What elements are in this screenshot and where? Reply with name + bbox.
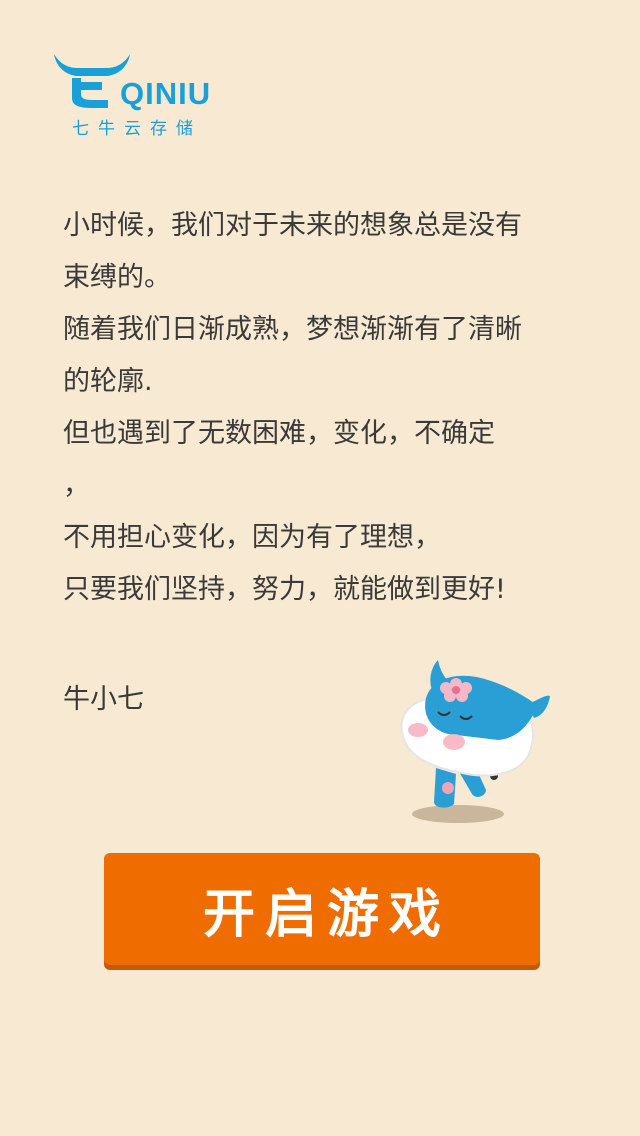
qiniu-logo: QINIU 七牛云存储 [50,48,250,139]
start-game-button-label: 开启游戏 [202,884,451,945]
message-line: 随着我们日渐成熟，梦想渐渐有了清晰 [63,314,522,345]
message-line: 但也遇到了无数困难，变化，不确定 [63,418,495,449]
message-line: 的轮廓. [63,366,153,397]
start-game-button[interactable]: 开启游戏 [104,853,540,965]
message-line: 不用担心变化，因为有了理想， [63,522,441,553]
message-line: 只要我们坚持，努力，就能做到更好! [63,574,506,605]
intro-screen: QINIU 七牛云存储 小时候，我们对于未来的想象总是没有 束缚的。 随着我们日… [0,0,640,1136]
story-message: 小时候，我们对于未来的想象总是没有 束缚的。 随着我们日渐成熟，梦想渐渐有了清晰… [63,200,583,616]
logo-brand-text: QINIU [120,76,212,111]
message-line: 小时候，我们对于未来的想象总是没有 [63,210,522,241]
niu-xiaoqi-mascot [400,660,550,823]
logo-tagline: 七牛云存储 [72,119,202,139]
signature: 牛小七 [63,684,144,715]
message-line: 束缚的。 [63,262,171,293]
message-line: ， [63,470,90,501]
